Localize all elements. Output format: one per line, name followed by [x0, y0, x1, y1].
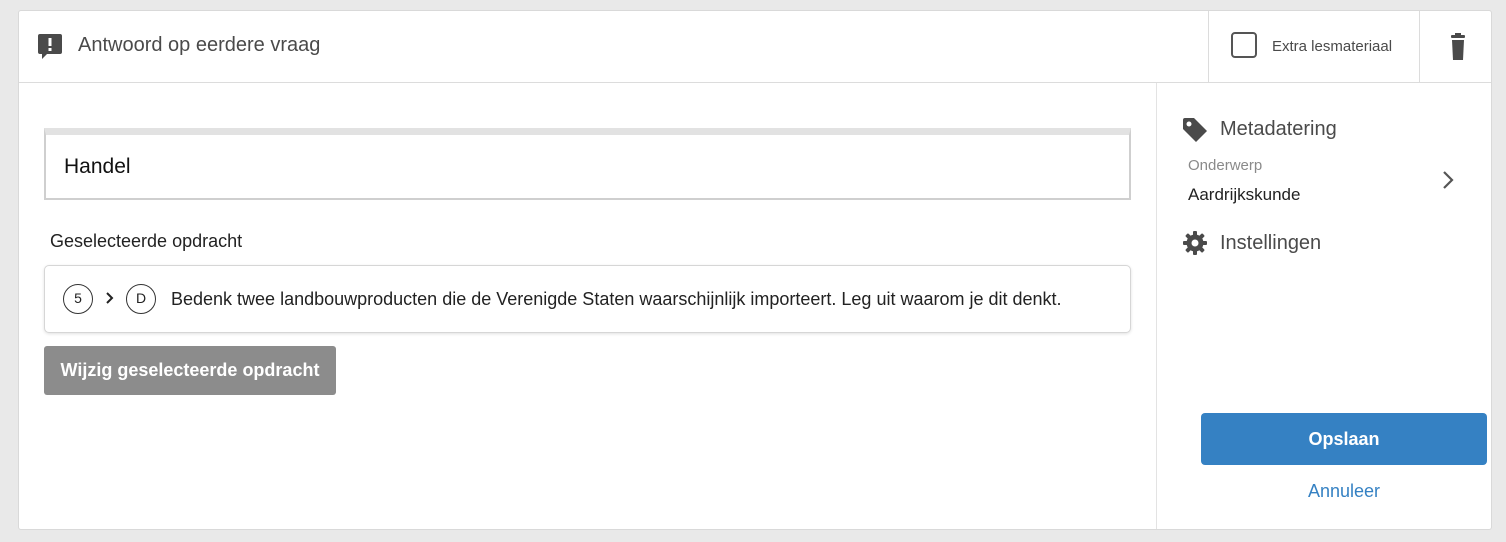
- card-header: Antwoord op eerdere vraag Extra lesmater…: [19, 11, 1491, 83]
- change-selected-task-button[interactable]: Wijzig geselecteerde opdracht: [44, 346, 336, 395]
- chapter-badge: 5: [63, 284, 93, 314]
- trash-icon[interactable]: [1440, 33, 1476, 61]
- extra-material-toggle[interactable]: Extra lesmateriaal: [1208, 11, 1420, 82]
- title-input[interactable]: [44, 128, 1131, 200]
- subject-value: Aardrijkskunde: [1188, 185, 1301, 204]
- selected-task-label: Geselecteerde opdracht: [50, 231, 243, 251]
- chevron-right-icon: [106, 292, 114, 304]
- cancel-link[interactable]: Annuleer: [1201, 481, 1487, 502]
- settings-heading: Instellingen: [1220, 232, 1322, 254]
- comment-alert-icon: [38, 34, 62, 59]
- chevron-right-icon: [1443, 171, 1454, 189]
- gear-icon: [1183, 231, 1207, 255]
- sidebar: Metadatering Onderwerp Aardrijkskunde In…: [1156, 83, 1492, 529]
- extra-material-label: Extra lesmateriaal: [1272, 38, 1393, 55]
- subject-selector[interactable]: Onderwerp Aardrijkskunde: [1177, 149, 1477, 209]
- main-content: Geselecteerde opdracht 5 D Bedenk twee l…: [19, 83, 1156, 529]
- tag-icon: [1183, 118, 1207, 142]
- extra-material-checkbox[interactable]: [1231, 32, 1257, 58]
- settings-section[interactable]: Instellingen: [1182, 229, 1432, 259]
- question-card: Antwoord op eerdere vraag Extra lesmater…: [18, 10, 1492, 530]
- subject-label: Onderwerp: [1188, 157, 1263, 174]
- page-title: Antwoord op eerdere vraag: [78, 34, 321, 56]
- metadata-heading: Metadatering: [1220, 118, 1337, 140]
- selected-task: 5 D Bedenk twee landbouwproducten die de…: [44, 265, 1131, 333]
- task-text: Bedenk twee landbouwproducten die de Ver…: [171, 289, 1062, 309]
- save-button[interactable]: Opslaan: [1201, 413, 1487, 465]
- section-badge: D: [126, 284, 156, 314]
